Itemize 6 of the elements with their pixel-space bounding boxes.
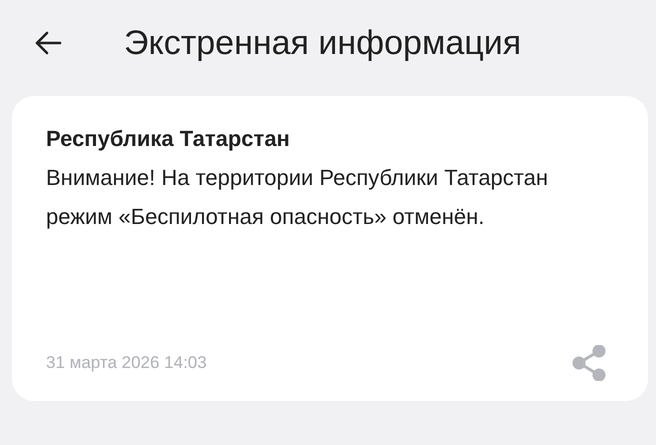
alert-date: 31 марта 2026 14:03 — [46, 353, 207, 373]
back-arrow-icon — [34, 31, 62, 55]
alert-message: Внимание! На территории Республики Татарстан режим «Беспилотная опасность» отменён. — [46, 164, 550, 231]
alert-region: Республика Татарстан — [46, 126, 291, 152]
page-title: Экстренная информация — [124, 24, 522, 62]
share-icon — [572, 345, 606, 381]
